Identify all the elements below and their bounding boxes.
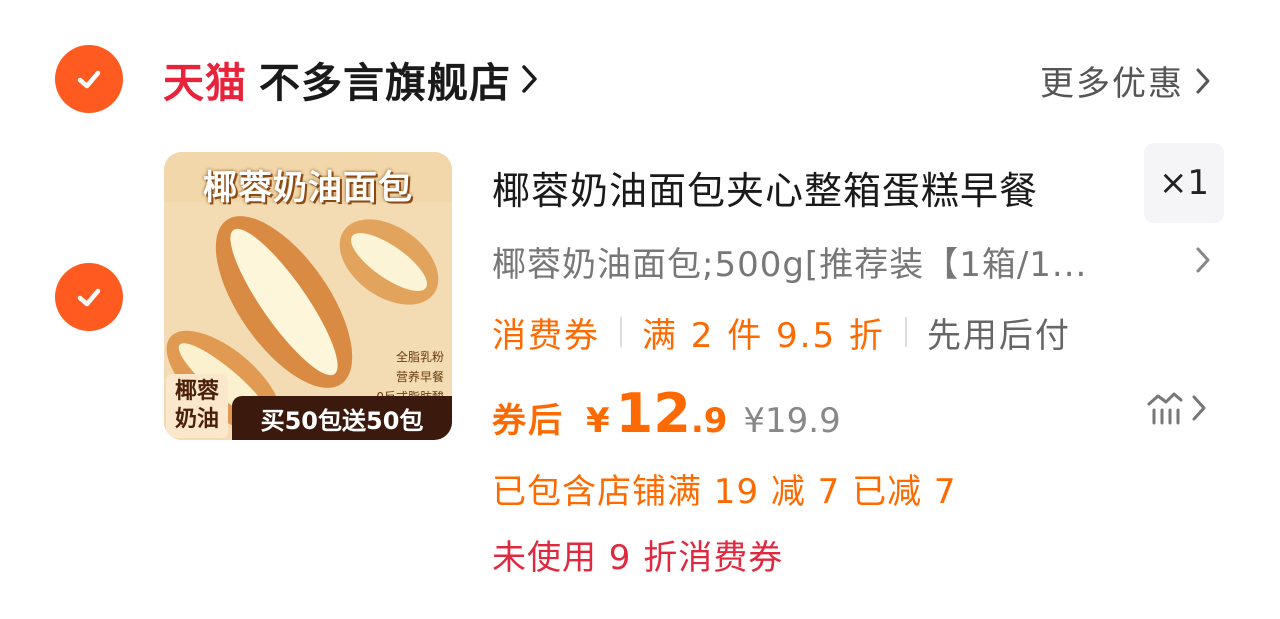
image-tag: 全脂乳粉 <box>395 350 444 364</box>
shop-select-checkbox[interactable] <box>55 45 123 113</box>
product-image[interactable]: 椰蓉奶油面包 全脂乳粉 营养早餐 0反式脂肪酸 椰蓉 奶油 买50包送50包 <box>164 152 452 440</box>
chevron-right-icon <box>1192 395 1206 421</box>
price-integer: 12 <box>615 382 691 445</box>
tag-discount: 满 2 件 9.5 折 <box>642 315 885 356</box>
applied-promotion: 已包含店铺满 19 减 7 已减 7 <box>492 472 957 512</box>
shop-name: 不多言旗舰店 <box>259 59 511 107</box>
tag-pay-later: 先用后付 <box>926 315 1071 356</box>
image-tag: 营养早餐 <box>395 370 444 384</box>
tag-divider <box>904 317 907 347</box>
price-trend-icon <box>1147 392 1183 425</box>
cart-shop-group: 天猫 不多言旗舰店 更多优惠 椰蓉奶油面包 全脂乳粉 营养早餐 椰蓉 奶油 买5… <box>0 0 1280 619</box>
price-decimal: .9 <box>690 401 728 441</box>
more-deals-label: 更多优惠 <box>1040 64 1184 104</box>
chevron-right-icon <box>522 65 537 93</box>
original-price: ¥19.9 <box>743 401 841 441</box>
item-select-checkbox[interactable] <box>55 263 123 331</box>
checkmark-icon <box>77 70 101 89</box>
price-row: 券后 ¥ 12 .9 ¥19.9 <box>492 382 841 452</box>
tag-coupon: 消费券 <box>492 315 600 356</box>
shop-link[interactable]: 天猫 不多言旗舰店 <box>163 48 541 110</box>
currency-symbol: ¥ <box>586 401 610 441</box>
sku-text: 椰蓉奶油面包;500g[推荐装【1箱/1... <box>492 245 1088 285</box>
more-deals-button[interactable]: 更多优惠 <box>1040 56 1212 105</box>
image-badge-left: 椰蓉 奶油 <box>166 374 228 438</box>
after-coupon-label: 券后 <box>492 401 564 441</box>
checkmark-icon <box>77 288 101 307</box>
promo-tags: 消费券 满 2 件 9.5 折 先用后付 <box>492 307 1071 357</box>
price-trend-button[interactable] <box>1146 390 1208 426</box>
product-title[interactable]: 椰蓉奶油面包夹心整箱蛋糕早餐 <box>492 160 1038 215</box>
tag-divider <box>620 317 622 347</box>
chevron-right-icon <box>1196 68 1210 93</box>
image-title-text: 椰蓉奶油面包 <box>203 168 413 208</box>
tmall-logo: 天猫 <box>163 59 247 107</box>
unused-coupon-notice[interactable]: 未使用 9 折消费券 <box>492 530 783 579</box>
sku-selector[interactable]: 椰蓉奶油面包;500g[推荐装【1箱/1... <box>492 237 1212 286</box>
image-badge-promo: 买50包送50包 <box>232 396 452 440</box>
quantity-button[interactable]: ×1 <box>1144 143 1224 223</box>
chevron-right-icon <box>1196 247 1210 273</box>
